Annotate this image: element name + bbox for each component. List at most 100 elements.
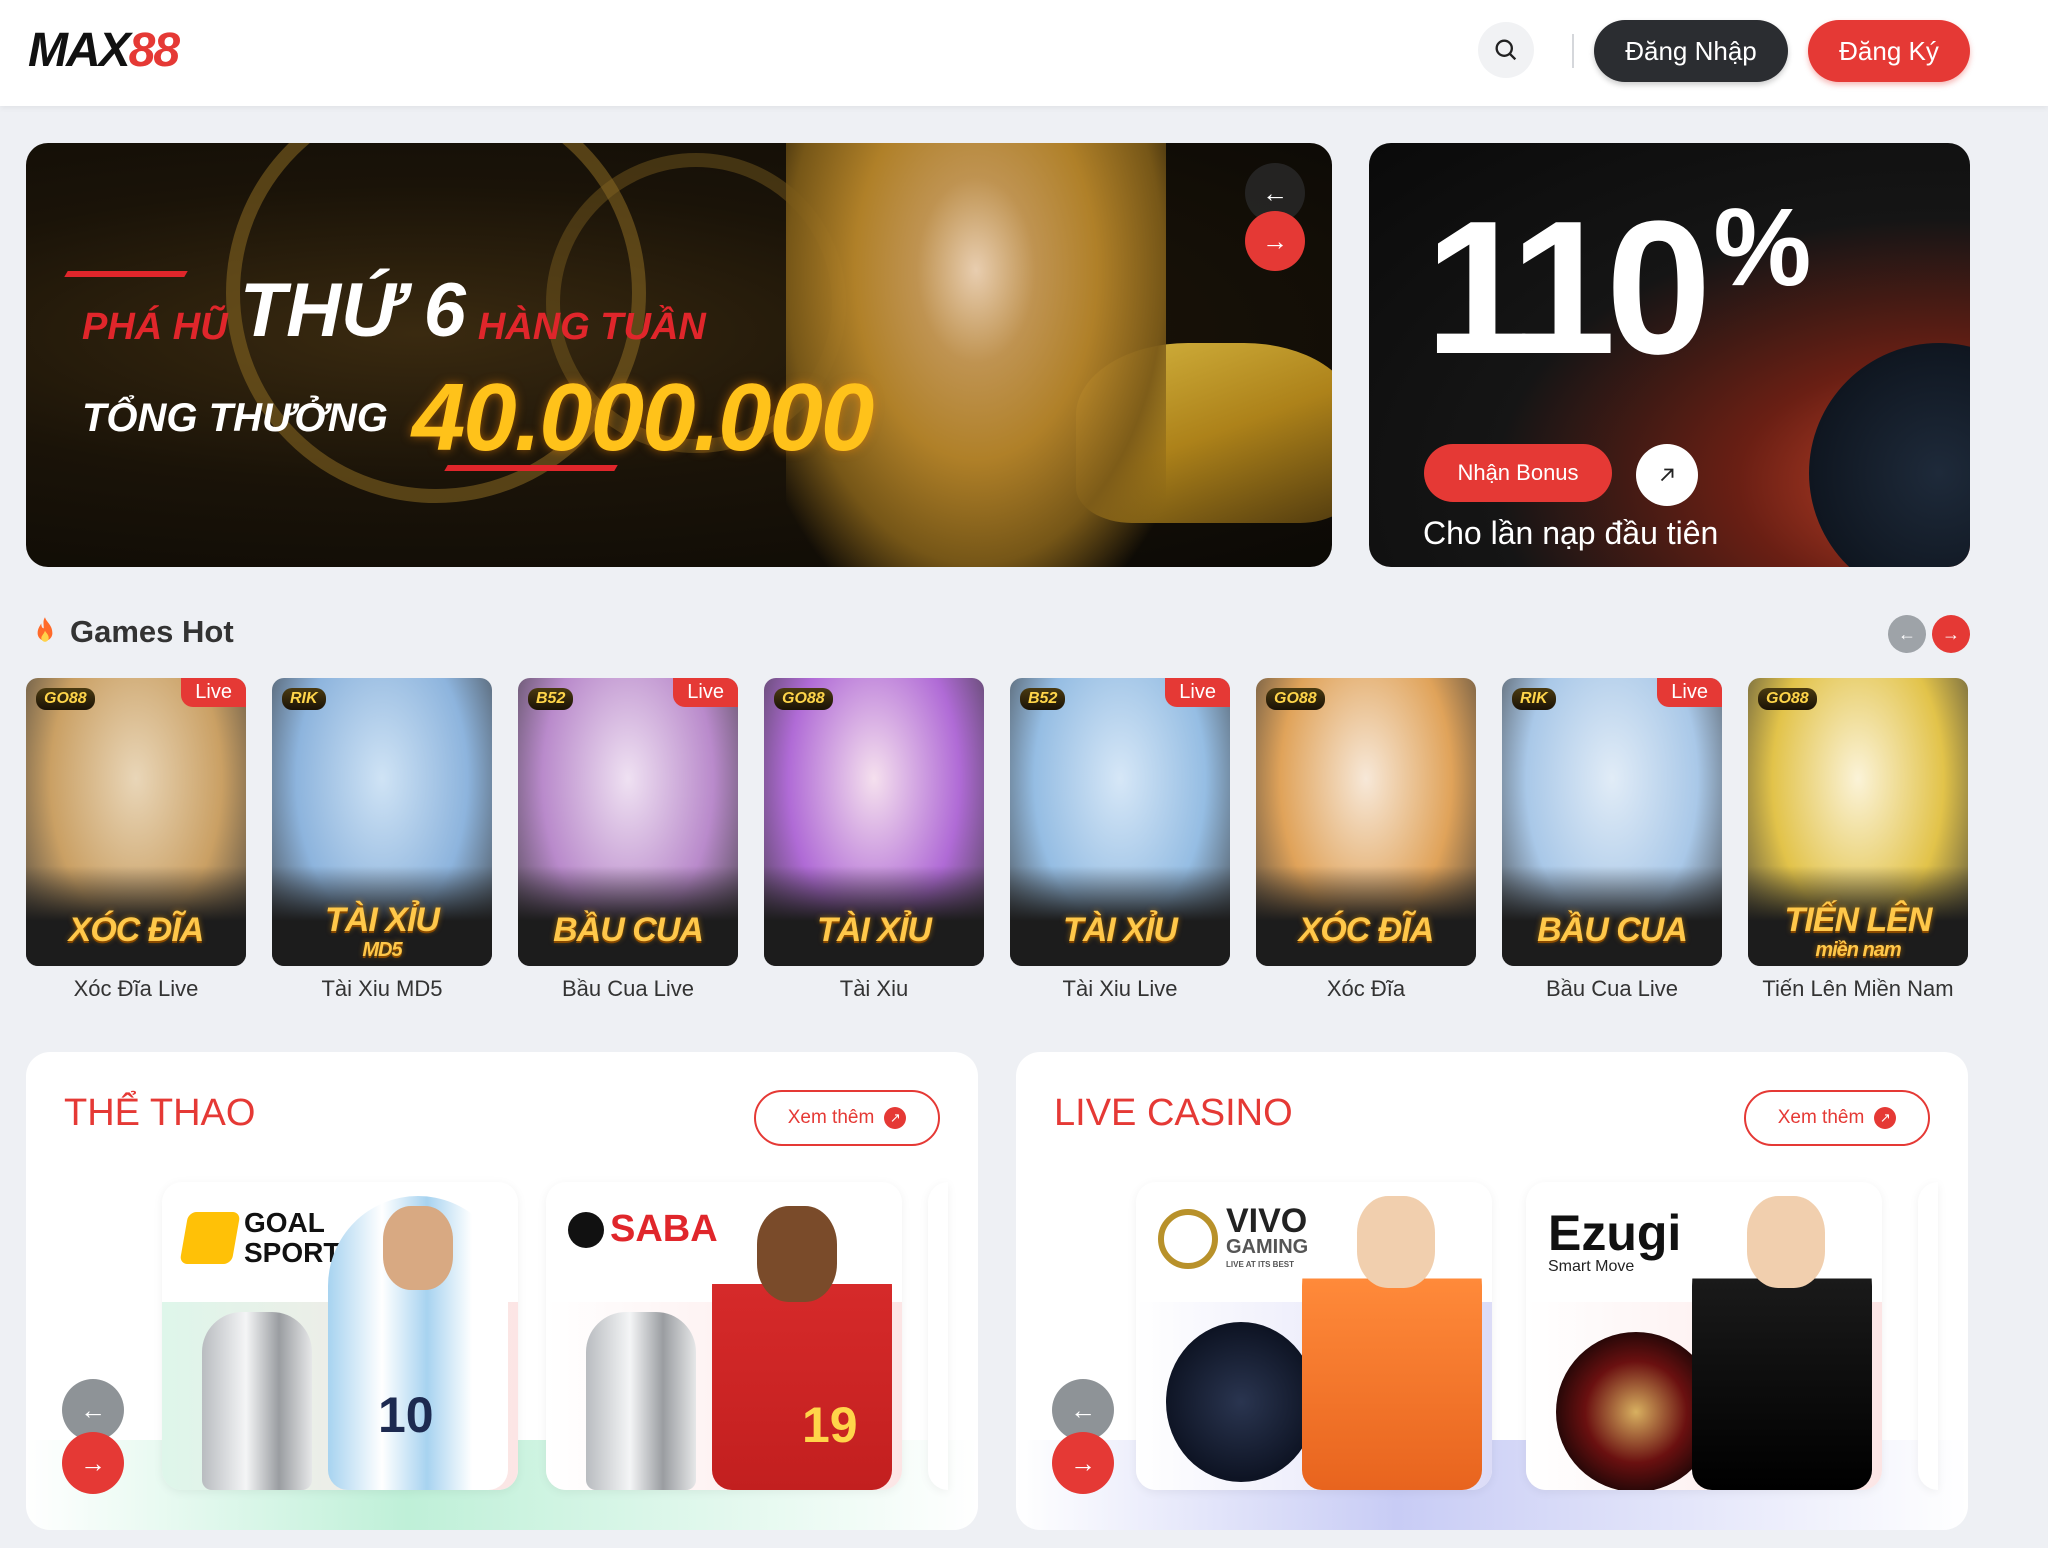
banner-jackpot-label: PHÁ HŨ [82,306,228,348]
vivo-logo-text: VIVO [1226,1202,1308,1240]
game-art-title-main: XÓC ĐĨA [1298,911,1435,949]
provider-card-vivo-gaming[interactable]: VIVO GAMING LIVE AT ITS BEST [1136,1182,1492,1490]
player-face [757,1206,837,1302]
game-name[interactable]: Xóc Đĩa [1256,976,1476,1002]
see-more-label: Xem thêm [1777,1107,1865,1128]
player-face [383,1206,453,1290]
sports-next-button[interactable]: → [62,1432,124,1494]
cards-chips-image [1166,1322,1316,1482]
game-art-title-main: XÓC ĐĨA [68,911,205,949]
claim-bonus-button[interactable]: Nhận Bonus [1424,444,1612,502]
fire-icon [37,617,53,642]
banner-weekly-label: HÀNG TUẦN [477,306,706,348]
live-casino-title: LIVE CASINO [1054,1092,1293,1134]
dealer-image [1302,1196,1482,1490]
dealer-image [1692,1196,1872,1490]
game-card[interactable]: GO88 TÀI XỈU [764,678,984,966]
trophy-image [586,1312,696,1490]
vivo-logo-sub: GAMING [1226,1236,1309,1258]
goal-sport-logo-text: GOAL SPORT [244,1207,341,1268]
casino-see-more-button[interactable]: Xem thêm ↗ [1744,1090,1930,1146]
game-art-title: TIẾN LÊN miền nam [1748,901,1968,960]
game-name[interactable]: Tiến Lên Miền Nam [1748,976,1968,1002]
player-image: 19 [712,1196,892,1490]
game-brand-logo: GO88 [36,688,95,710]
casino-next-button[interactable]: → [1052,1432,1114,1494]
sports-panel: THỂ THAO Xem thêm ↗ GOAL SPORT 10 SABA 1… [26,1052,978,1530]
live-badge: Live [1657,678,1722,707]
vivo-tagline: LIVE AT ITS BEST [1226,1260,1295,1269]
game-card[interactable]: GO88 TIẾN LÊN miền nam [1748,678,1968,966]
live-badge: Live [673,678,738,707]
game-art-title-sub: MD5 [362,939,402,961]
game-art-title: TÀI XỈU [1010,911,1230,950]
provider-card-saba[interactable]: SABA 19 [546,1182,902,1490]
vivo-gaming-logo: VIVO GAMING LIVE AT ITS BEST [1158,1202,1309,1270]
game-art-title: XÓC ĐĨA [1256,911,1476,950]
sports-title: THỂ THAO [64,1092,256,1134]
provider-card-goal-sport[interactable]: GOAL SPORT 10 [162,1182,518,1490]
banner-prize-row: TỔNG THƯỞNG 40.000.000 [82,363,874,473]
hero-banner[interactable]: PHÁ HŨ THỨ 6 HÀNG TUẦN TỔNG THƯỞNG 40.00… [26,143,1332,567]
dealer-face [1357,1196,1435,1288]
game-name[interactable]: Tài Xiu MD5 [272,976,492,1002]
banner-next-button[interactable]: → [1245,211,1305,271]
game-art-title: BẦU CUA [1502,911,1722,950]
banner-headline: PHÁ HŨ THỨ 6 HÀNG TUẦN [82,273,706,349]
game-brand-logo: RIK [1512,688,1556,710]
game-brand-logo: B52 [1020,688,1066,710]
trophy-image [202,1312,312,1490]
game-name[interactable]: Bầu Cua Live [1502,976,1722,1002]
player-image: 10 [328,1196,508,1490]
live-casino-panel: LIVE CASINO Xem thêm ↗ VIVO GAMING LIVE … [1016,1052,1968,1530]
banner-model-image [786,143,1166,567]
register-button[interactable]: Đăng Ký [1808,20,1970,82]
game-card[interactable]: GO88 Live XÓC ĐĨA [26,678,246,966]
game-art-title: BẦU CUA [518,911,738,950]
login-button[interactable]: Đăng Nhập [1594,20,1788,82]
sports-see-more-button[interactable]: Xem thêm ↗ [754,1090,940,1146]
game-card[interactable]: B52 Live BẦU CUA [518,678,738,966]
next-card-peek [928,1182,948,1490]
game-card[interactable]: RIK TÀI XỈU MD5 [272,678,492,966]
site-logo[interactable]: MAX 88 [28,22,180,78]
saba-logo-text: SABA [610,1208,718,1250]
game-card[interactable]: GO88 XÓC ĐĨA [1256,678,1476,966]
game-name[interactable]: Tài Xiu [764,976,984,1002]
arrow-left-icon: ← [1070,1394,1096,1425]
dealer-face [1747,1196,1825,1288]
ezugi-tagline: Smart Move [1548,1258,1635,1275]
ezugi-logo-text: Ezugi [1548,1205,1682,1261]
provider-card-ezugi[interactable]: Ezugi Smart Move [1526,1182,1882,1490]
games-prev-button[interactable]: ← [1888,615,1926,653]
banner-stripe [444,465,618,471]
game-brand-logo: GO88 [774,688,833,710]
game-brand-logo: GO88 [1266,688,1325,710]
game-name[interactable]: Tài Xiu Live [1010,976,1230,1002]
search-icon [1495,39,1517,61]
logo-text: MAX [28,23,131,77]
promo-orb-decoration [1809,343,1970,567]
ezugi-logo: Ezugi Smart Move [1548,1208,1681,1276]
logo-number: 88 [128,23,180,77]
promo-percent-sign: % [1713,186,1812,309]
live-badge: Live [1165,678,1230,707]
game-art-title: XÓC ĐĨA [26,911,246,950]
search-button[interactable] [1478,22,1534,78]
header-divider [1572,34,1574,68]
game-card[interactable]: B52 Live TÀI XỈU [1010,678,1230,966]
game-art-title-main: TIẾN LÊN [1784,901,1933,939]
promo-open-button[interactable] [1636,444,1698,506]
arrow-left-icon: ← [80,1394,106,1425]
games-next-button[interactable]: → [1932,615,1970,653]
goal-sport-mark-icon [179,1212,241,1264]
arrow-up-right-icon [1660,468,1674,482]
arrow-right-icon: → [80,1447,106,1478]
game-brand-logo: RIK [282,688,326,710]
game-card[interactable]: RIK Live BẦU CUA [1502,678,1722,966]
game-name[interactable]: Bầu Cua Live [518,976,738,1002]
player-jersey-number: 19 [802,1397,858,1453]
banner-total-label: TỔNG THƯỞNG [82,395,388,440]
game-name[interactable]: Xóc Đĩa Live [26,976,246,1002]
arrow-right-icon: → [1262,225,1288,256]
